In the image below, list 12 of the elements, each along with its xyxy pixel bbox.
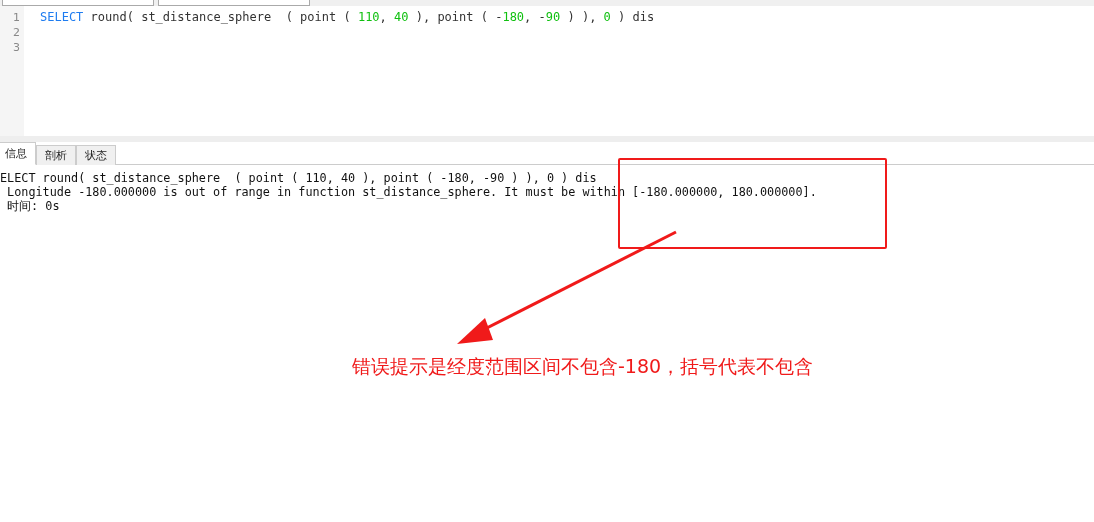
line-number: 3 xyxy=(12,40,21,55)
line-number: 2 xyxy=(12,25,21,40)
result-tab[interactable]: 信息 xyxy=(0,142,36,165)
result-tab[interactable]: 剖析 xyxy=(36,145,76,165)
annotation-caption: 错误提示是经度范围区间不包含-180，括号代表不包含 xyxy=(352,354,814,379)
result-tab[interactable]: 状态 xyxy=(76,145,116,165)
editor-tab[interactable] xyxy=(158,0,310,6)
output-message: 时间: 0s xyxy=(6,199,61,213)
line-number: 1 xyxy=(12,10,21,25)
editor-tab[interactable] xyxy=(2,0,154,6)
output-message: ELECT round( st_distance_sphere ( point ( 110, 40 ), point ( -180, -90 ) ), 0 ) dis xyxy=(0,171,598,185)
code-line: SELECT round( st_distance_sphere ( point ( 110, 40 ), point ( -180, -90 ) ), 0 ) dis xyxy=(40,10,655,25)
